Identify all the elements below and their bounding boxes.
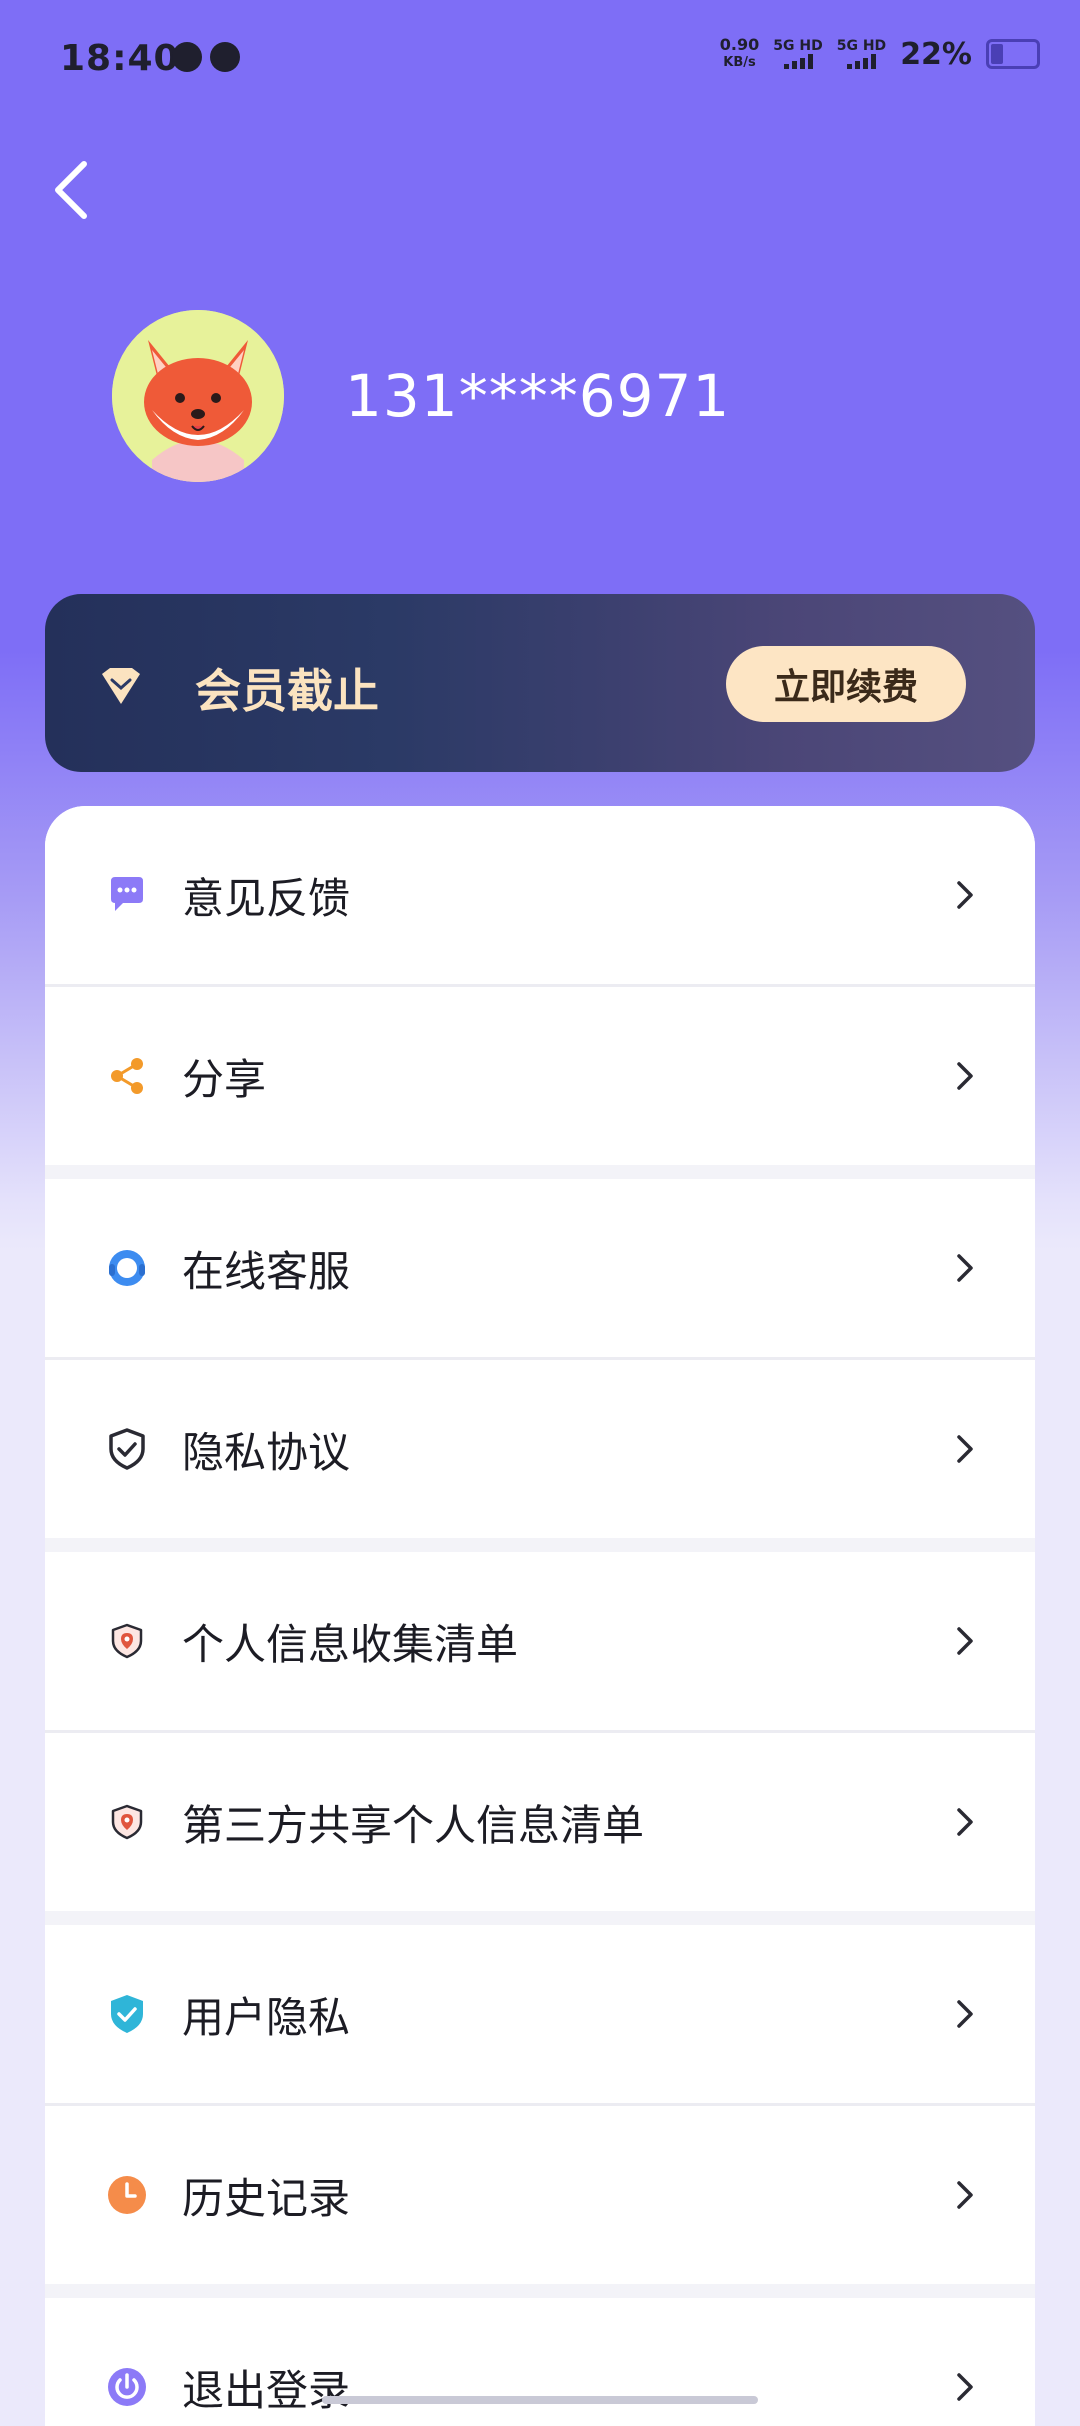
menu-item-third-party-sharing-list[interactable]: 第三方共享个人信息清单 — [45, 1733, 1035, 1911]
menu-item-user-privacy[interactable]: 用户隐私 — [45, 1925, 1035, 2103]
chevron-right-icon — [957, 1435, 973, 1463]
section-gap — [45, 1911, 1035, 1925]
menu-item-personal-info-list[interactable]: 个人信息收集清单 — [45, 1552, 1035, 1730]
chevron-right-icon — [957, 2000, 973, 2028]
back-button[interactable] — [48, 160, 98, 220]
headset-icon — [109, 1250, 145, 1286]
menu-label: 第三方共享个人信息清单 — [182, 1800, 645, 1850]
fox-avatar-icon — [112, 310, 284, 482]
battery-icon — [986, 39, 1040, 69]
menu-item-share[interactable]: 分享 — [45, 987, 1035, 1165]
power-icon — [108, 2368, 146, 2406]
menu-label: 分享 — [182, 1054, 267, 1104]
menu-label: 在线客服 — [182, 1246, 351, 1296]
user-phone: 131****6971 — [345, 362, 731, 430]
status-time: 18:40 — [60, 38, 180, 79]
chevron-right-icon — [957, 1254, 973, 1282]
shield-pin-icon — [111, 1804, 143, 1840]
battery-percent: 22% — [900, 36, 972, 72]
network-speed: 0.90 KB/s — [719, 35, 760, 71]
menu-label: 历史记录 — [182, 2173, 351, 2223]
signal-bars-icon — [837, 53, 886, 69]
menu-label: 意见反馈 — [182, 873, 351, 923]
sim2-signal: 5G HD — [837, 39, 886, 69]
vip-expiry-label: 会员截止 — [195, 664, 379, 718]
chevron-right-icon — [957, 2181, 973, 2209]
menu-item-privacy-agreement[interactable]: 隐私协议 — [45, 1360, 1035, 1538]
signal-bars-icon — [773, 53, 822, 69]
chevron-right-icon — [957, 881, 973, 909]
status-right: 0.90 KB/s 5G HD 5G HD 22% — [720, 36, 1040, 72]
menu-label: 个人信息收集清单 — [182, 1619, 519, 1669]
chevron-right-icon — [957, 1808, 973, 1836]
message-icon — [172, 42, 202, 72]
section-gap — [45, 1165, 1035, 1179]
menu-item-feedback[interactable]: 意见反馈 — [45, 806, 1035, 984]
menu-item-customer-service[interactable]: 在线客服 — [45, 1179, 1035, 1357]
diamond-icon — [102, 668, 140, 704]
menu-label: 隐私协议 — [182, 1427, 351, 1477]
chat-bubble-icon — [111, 877, 143, 911]
shield-check-icon — [109, 1428, 145, 1470]
menu-label: 用户隐私 — [182, 1992, 351, 2042]
renew-button[interactable]: 立即续费 — [726, 646, 966, 722]
chevron-left-icon — [55, 161, 87, 219]
home-indicator[interactable] — [322, 2396, 758, 2404]
menu-label: 退出登录 — [182, 2365, 351, 2415]
chevron-right-icon — [957, 1627, 973, 1655]
section-gap — [45, 2284, 1035, 2298]
shield-pin-icon — [111, 1623, 143, 1659]
avatar[interactable] — [112, 310, 284, 482]
sim1-signal: 5G HD — [773, 39, 823, 69]
settings-menu: 意见反馈 分享 在线客服 隐私协议 个人信息收集清单 第三方共享个人信息清单 用… — [45, 806, 1035, 2426]
chevron-right-icon — [957, 1062, 973, 1090]
status-bar: 18:40 0.90 KB/s 5G HD 5G HD 22% — [0, 0, 1080, 125]
wechat-icon — [210, 42, 240, 72]
notification-icons — [172, 42, 240, 72]
menu-item-logout[interactable]: 退出登录 — [45, 2298, 1035, 2426]
section-gap — [45, 1538, 1035, 1552]
share-icon — [111, 1058, 143, 1094]
shield-check-filled-icon — [111, 1995, 143, 2033]
menu-item-history[interactable]: 历史记录 — [45, 2106, 1035, 2284]
clock-icon — [108, 2176, 146, 2214]
chevron-right-icon — [957, 2373, 973, 2401]
